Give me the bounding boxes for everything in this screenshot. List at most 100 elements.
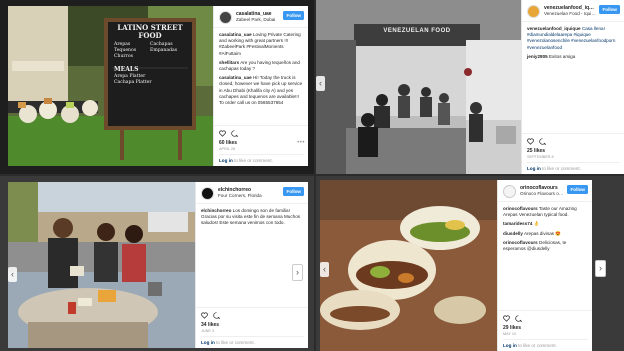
post-photo-4[interactable]: ‹ <box>320 180 497 351</box>
avatar[interactable] <box>527 5 540 18</box>
post-panel-4: ‹ orinocoflavours Orinoco Flavours of L.… <box>316 176 624 351</box>
menu-board-title: LATINO STREET FOOD <box>117 23 183 40</box>
login-prompt: Log in to like or comment. <box>201 336 304 345</box>
heart-icon[interactable] <box>503 315 510 322</box>
post-card-4: ‹ orinocoflavours Orinoco Flavours of L.… <box>320 180 592 351</box>
comment-icon[interactable] <box>231 130 238 137</box>
family-photo <box>8 182 195 348</box>
heart-icon[interactable] <box>219 130 226 137</box>
comment-icon[interactable] <box>515 315 522 322</box>
likes-count[interactable]: 29 likes <box>503 325 588 331</box>
comment-text: 👌 <box>533 221 540 227</box>
login-prompt: Log in to like or comment. <box>219 154 304 163</box>
comment-user[interactable]: venezuelanfood_iquique <box>527 26 581 31</box>
comment: casalatina_uae Loving Private Catering a… <box>219 32 304 57</box>
menu-item: Cachapa Platter <box>114 80 152 85</box>
comment: diusdelly Arepas divinas 😍 <box>503 231 588 237</box>
location[interactable]: Venezuelan Food - Iquique <box>544 11 596 16</box>
comment-text: Exitos amiga <box>548 53 576 59</box>
login-link[interactable]: Log in <box>219 158 233 163</box>
post-date: JUNE 3 <box>201 329 215 333</box>
post-photo-2[interactable]: VENEZUELAN FOOD ‹ <box>316 0 521 174</box>
login-link[interactable]: Log in <box>527 166 541 171</box>
chevron-right-icon[interactable]: › <box>595 260 606 277</box>
post-card-2: VENEZUELAN FOOD ‹ venezuelanfood_iquique… <box>316 0 624 174</box>
comment: casalatina_uae Hi! Today the truck is cl… <box>219 75 304 106</box>
login-prompt: Log in to like or comment. <box>527 162 620 171</box>
comment: shellitars Are you having tequeños and c… <box>219 60 304 72</box>
post-header: casalatina_uae Zabeel Park, Dubai Follow <box>214 6 308 28</box>
chevron-left-icon[interactable]: ‹ <box>316 76 325 91</box>
menu-item: Empanadas <box>150 48 178 53</box>
post-date: APRIL 28 <box>219 147 236 151</box>
login-link[interactable]: Log in <box>201 340 215 345</box>
post-date: SEPTEMBER 8 <box>527 155 554 159</box>
comment-user[interactable]: casalatina_uae <box>219 32 252 37</box>
post-footer: 34 likes JUNE 3 Log in to like or commen… <box>196 307 308 348</box>
post-panel-2: VENEZUELAN FOOD ‹ venezuelanfood_iquique… <box>316 0 624 174</box>
post-footer: 60 likes APRIL 28 Log in to like or comm… <box>214 125 308 166</box>
post-header: orinocoflavours Orinoco Flavours of L...… <box>498 180 592 202</box>
comment-user[interactable]: orinocoflavours <box>503 240 538 245</box>
comment: venezuelanfood_iquique Casa llena! #diam… <box>527 26 620 51</box>
location[interactable]: Orinoco Flavours of L... <box>520 191 564 196</box>
comment-user[interactable]: tamaridess74 <box>503 221 532 226</box>
follow-button[interactable]: Follow <box>283 11 304 20</box>
login-prompt-text: to like or comment. <box>542 166 581 171</box>
comment-user[interactable]: orinocoflavours <box>503 206 538 211</box>
post-photo-1[interactable]: LATINO STREET FOOD Arepas Cachapas Teque… <box>8 6 213 166</box>
post-header: elchinchorreo Four Corners, Florida Foll… <box>196 182 308 204</box>
post-date: MAY 10 <box>503 332 517 336</box>
likes-count[interactable]: 60 likes <box>219 140 304 146</box>
post-card-3: ‹ elchinchorreo Four Corners, Florida Fo… <box>8 182 308 348</box>
comment: orinocoflavours Taste our Amazing Arepas… <box>503 206 588 218</box>
comment-user[interactable]: shellitars <box>219 60 239 65</box>
comment: jeniy2805 Exitos amiga <box>527 54 620 60</box>
login-prompt-text: to like or comment. <box>234 158 273 163</box>
login-prompt-text: to like or comment. <box>518 343 557 348</box>
heart-icon[interactable] <box>527 138 534 145</box>
post-sidebar-2: venezuelanfood_iquique Venezuelan Food -… <box>521 0 624 174</box>
more-options-icon[interactable]: ••• <box>297 140 305 146</box>
location[interactable]: Zabeel Park, Dubai <box>236 17 280 22</box>
chevron-left-icon[interactable]: ‹ <box>8 267 17 282</box>
comments-list: venezuelanfood_iquique Casa llena! #diam… <box>522 22 624 60</box>
login-prompt: Log in to like or comment. <box>503 339 588 348</box>
likes-count[interactable]: 25 likes <box>527 148 620 154</box>
chevron-left-icon[interactable]: ‹ <box>320 262 329 277</box>
comment-user[interactable]: casalatina_uae <box>219 75 252 80</box>
post-photo-3[interactable]: ‹ <box>8 182 195 348</box>
follow-button[interactable]: Follow <box>283 187 304 196</box>
comments-list: casalatina_uae Loving Private Catering a… <box>214 28 308 106</box>
post-sidebar-4: orinocoflavours Orinoco Flavours of L...… <box>497 180 592 351</box>
menu-board: LATINO STREET FOOD Arepas Cachapas Teque… <box>110 24 190 124</box>
avatar[interactable] <box>219 11 232 24</box>
avatar[interactable] <box>201 187 214 200</box>
comment-text: Arepas divinas 😍 <box>523 230 562 236</box>
post-panel-1: LATINO STREET FOOD Arepas Cachapas Teque… <box>0 0 314 174</box>
restaurant-photo <box>316 0 521 174</box>
post-footer: 25 likes SEPTEMBER 8 Log in to like or c… <box>522 133 624 174</box>
heart-icon[interactable] <box>201 312 208 319</box>
avatar[interactable] <box>503 185 516 198</box>
arepas-photo <box>320 180 497 351</box>
comment-icon[interactable] <box>213 312 220 319</box>
comment-user[interactable]: elchinchorreo <box>201 208 231 213</box>
location[interactable]: Four Corners, Florida <box>218 193 280 198</box>
login-prompt-text: to like or comment. <box>216 340 255 345</box>
chevron-right-icon[interactable]: › <box>292 264 303 281</box>
post-panel-3: ‹ elchinchorreo Four Corners, Florida Fo… <box>0 176 314 351</box>
comments-list: elchinchorreo Los domingo son de familia… <box>196 204 308 227</box>
login-link[interactable]: Log in <box>503 343 517 348</box>
comment-icon[interactable] <box>539 138 546 145</box>
likes-count[interactable]: 34 likes <box>201 322 304 328</box>
comment-user[interactable]: diusdelly <box>503 231 523 236</box>
comment: tamaridess74 👌 <box>503 221 588 227</box>
comment: elchinchorreo Los domingo son de familia… <box>201 208 304 227</box>
post-card-1: LATINO STREET FOOD Arepas Cachapas Teque… <box>8 6 308 166</box>
menu-board-section: MEALS <box>114 66 139 73</box>
comment-user[interactable]: jeniy2805 <box>527 54 548 59</box>
follow-button[interactable]: Follow <box>567 185 588 194</box>
post-footer: 29 likes MAY 10 Log in to like or commen… <box>498 310 592 351</box>
follow-button[interactable]: Follow <box>599 5 620 14</box>
